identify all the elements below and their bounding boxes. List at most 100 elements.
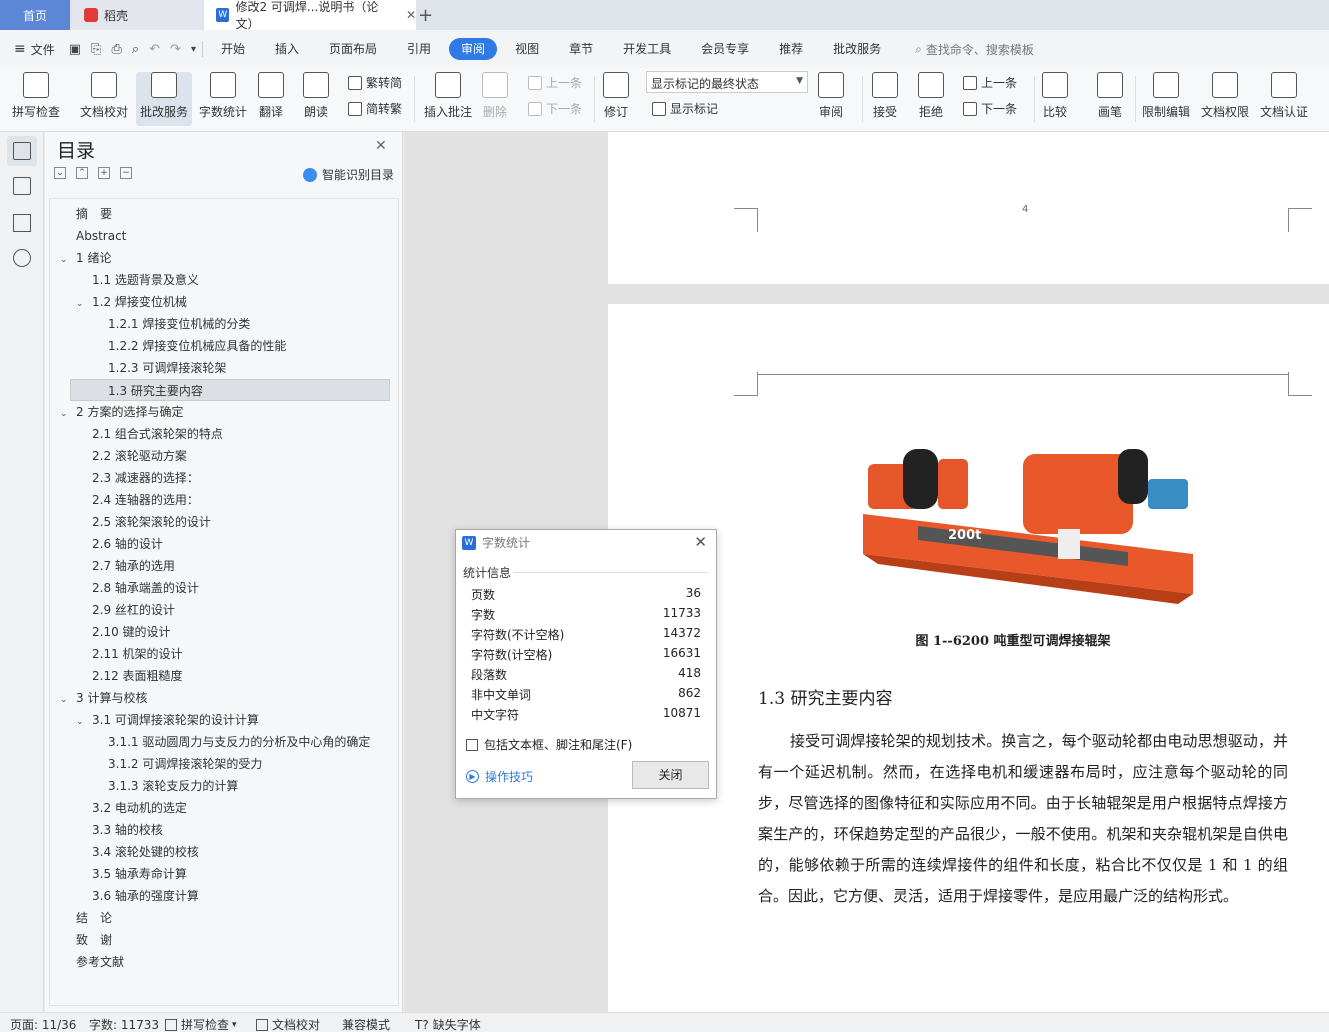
toc-item[interactable]: 致 谢: [50, 929, 112, 951]
word-count-button[interactable]: 字数统计: [199, 72, 247, 120]
toc-item[interactable]: ⌄ 3.1 可调焊接滚轮架的设计计算: [50, 709, 259, 731]
delete-comment-button[interactable]: 删除: [482, 72, 508, 120]
trad-to-simp-button[interactable]: 繁转简: [348, 74, 402, 91]
toc-item[interactable]: 3.5 轴承寿命计算: [50, 863, 187, 885]
menu-item-2[interactable]: 页面布局: [317, 38, 389, 60]
toc-item[interactable]: ⌄ 2 方案的选择与确定: [50, 401, 183, 423]
page-indicator[interactable]: 页面: 11/36: [10, 1016, 76, 1032]
prev-change-button[interactable]: 上一条: [963, 74, 1017, 91]
export-icon[interactable]: ⎘: [91, 42, 101, 57]
simp-to-trad-button[interactable]: 简转繁: [348, 100, 402, 117]
toc-item[interactable]: ⌄ 1.2 焊接变位机械: [50, 291, 187, 313]
add-heading-icon[interactable]: +: [98, 167, 110, 179]
read-aloud-button[interactable]: 朗读: [303, 72, 329, 120]
toc-item[interactable]: 3.1.1 驱动圆周力与支反力的分析及中心角的确定: [50, 731, 370, 753]
word-count-indicator[interactable]: 字数: 11733: [89, 1016, 159, 1032]
close-button[interactable]: 关闭: [632, 761, 709, 789]
review-pane-button[interactable]: 审阅: [818, 72, 844, 120]
chevron-down-icon[interactable]: ⌄: [60, 249, 72, 271]
proofread-button[interactable]: 文档校对: [80, 72, 128, 120]
show-markup-button[interactable]: 显示标记: [652, 100, 718, 117]
toc-item[interactable]: 参考文献: [50, 951, 124, 973]
file-menu[interactable]: ≡ 文件: [14, 41, 55, 58]
translate-button[interactable]: 翻译: [258, 72, 284, 120]
dialog-title-bar[interactable]: W 字数统计: [462, 534, 530, 551]
menu-item-6[interactable]: 章节: [557, 38, 605, 60]
reject-button[interactable]: 拒绝: [918, 72, 944, 120]
bookmark-icon[interactable]: [13, 214, 31, 232]
undo-icon[interactable]: ↶: [149, 42, 160, 57]
spellcheck-status[interactable]: 拼写检查 ▾: [165, 1016, 237, 1032]
doc-permission-button[interactable]: 文档权限: [1201, 72, 1249, 120]
toc-item[interactable]: 2.7 轴承的选用: [50, 555, 175, 577]
close-icon[interactable]: ✕: [694, 533, 707, 551]
toc-item[interactable]: ⌄ 3 计算与校核: [50, 687, 147, 709]
collapse-all-icon[interactable]: ⌄: [54, 167, 66, 179]
preview-icon[interactable]: ⌕: [132, 42, 139, 57]
accept-button[interactable]: 接受: [872, 72, 898, 120]
chevron-down-icon[interactable]: ⌄: [60, 403, 72, 425]
remove-heading-icon[interactable]: −: [120, 167, 132, 179]
track-changes-button[interactable]: 修订: [603, 72, 629, 120]
toc-item[interactable]: 1.3 研究主要内容: [70, 379, 390, 401]
correction-service-button[interactable]: 批改服务: [136, 72, 193, 126]
toc-item[interactable]: 2.9 丝杠的设计: [50, 599, 175, 621]
compare-button[interactable]: 比较: [1042, 72, 1068, 120]
restrict-edit-button[interactable]: 限制编辑: [1142, 72, 1190, 120]
chevron-down-icon[interactable]: ⌄: [60, 689, 72, 711]
menu-item-0[interactable]: 开始: [209, 38, 257, 60]
nav-pane-icon[interactable]: [13, 177, 31, 195]
menu-item-3[interactable]: 引用: [395, 38, 443, 60]
tab-document[interactable]: W 修改2 可调焊...说明书（论文） ✕: [204, 0, 416, 31]
customize-icon[interactable]: ▾: [191, 44, 196, 55]
insert-comment-button[interactable]: 插入批注: [424, 72, 472, 120]
toc-item[interactable]: 3.2 电动机的选定: [50, 797, 187, 819]
save-icon[interactable]: ▣: [69, 42, 81, 57]
menu-item-5[interactable]: 视图: [503, 38, 551, 60]
expand-up-icon[interactable]: ⌃: [76, 167, 88, 179]
toc-item[interactable]: 1.2.1 焊接变位机械的分类: [50, 313, 250, 335]
toc-item[interactable]: 2.3 减速器的选择：: [50, 467, 199, 489]
toc-item[interactable]: 结 论: [50, 907, 112, 929]
close-tab-icon[interactable]: ✕: [406, 8, 416, 22]
tips-link[interactable]: ▶ 操作技巧: [466, 768, 533, 785]
spellcheck-button[interactable]: 拼写检查: [12, 72, 60, 120]
toc-item[interactable]: 2.11 机架的设计: [50, 643, 183, 665]
toc-item[interactable]: 3.4 滚轮处键的校核: [50, 841, 199, 863]
menu-item-1[interactable]: 插入: [263, 38, 311, 60]
doc-cert-button[interactable]: 文档认证: [1260, 72, 1308, 120]
next-comment-button[interactable]: 下一条: [528, 100, 582, 117]
toc-item[interactable]: 1.2.2 焊接变位机械应具备的性能: [50, 335, 286, 357]
pen-button[interactable]: 画笔: [1097, 72, 1123, 120]
missing-font-status[interactable]: T? 缺失字体: [415, 1016, 481, 1032]
tab-home[interactable]: 首页: [0, 0, 70, 30]
menu-item-4[interactable]: 审阅: [449, 38, 498, 60]
proofread-status[interactable]: 文档校对: [256, 1016, 320, 1032]
toc-item[interactable]: ⌄ 1 绪论: [50, 247, 111, 269]
toc-item[interactable]: 1.1 选题背景及意义: [50, 269, 199, 291]
redo-icon[interactable]: ↷: [170, 42, 181, 57]
command-search[interactable]: ⌕ 查找命令、搜索模板: [915, 41, 1034, 58]
next-change-button[interactable]: 下一条: [963, 100, 1017, 117]
smart-toc-button[interactable]: 智能识别目录: [303, 166, 394, 183]
markup-state-select[interactable]: 显示标记的最终状态 ▼: [646, 71, 808, 93]
toc-item[interactable]: 3.3 轴的校核: [50, 819, 163, 841]
toc-item[interactable]: 2.4 连轴器的选用：: [50, 489, 199, 511]
toc-item[interactable]: 2.6 轴的设计: [50, 533, 163, 555]
new-tab-button[interactable]: +: [418, 5, 433, 26]
toc-item[interactable]: 2.8 轴承端盖的设计: [50, 577, 199, 599]
toc-item[interactable]: 2.5 滚轮架滚轮的设计: [50, 511, 211, 533]
menu-item-7[interactable]: 开发工具: [611, 38, 683, 60]
toc-item[interactable]: 摘 要: [50, 203, 112, 225]
menu-item-9[interactable]: 推荐: [767, 38, 815, 60]
toc-item[interactable]: Abstract: [50, 225, 126, 247]
toc-item[interactable]: 2.10 键的设计: [50, 621, 171, 643]
tab-daoke[interactable]: 稻壳: [72, 0, 202, 30]
menu-item-8[interactable]: 会员专享: [689, 38, 761, 60]
toc-item[interactable]: 1.2.3 可调焊接滚轮架: [50, 357, 226, 379]
include-textbox-checkbox[interactable]: 包括文本框、脚注和尾注(F): [466, 736, 632, 753]
menu-item-10[interactable]: 批改服务: [821, 38, 893, 60]
chevron-down-icon[interactable]: ⌄: [76, 293, 88, 315]
print-icon[interactable]: ⎙: [111, 42, 121, 57]
toc-item[interactable]: 2.1 组合式滚轮架的特点: [50, 423, 223, 445]
